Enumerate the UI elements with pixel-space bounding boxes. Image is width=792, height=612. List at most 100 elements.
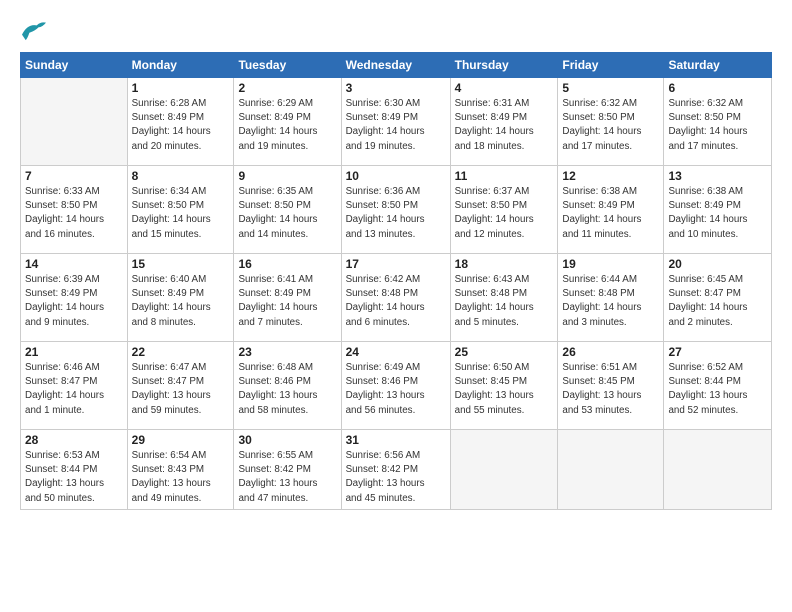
calendar-table: SundayMondayTuesdayWednesdayThursdayFrid… bbox=[20, 52, 772, 510]
calendar-day-cell: 4 Sunrise: 6:31 AM Sunset: 8:49 PM Daylig… bbox=[450, 78, 558, 166]
day-info: Sunrise: 6:36 AM Sunset: 8:50 PM Dayligh… bbox=[346, 185, 446, 242]
calendar-week-row: 1 Sunrise: 6:28 AM Sunset: 8:49 PM Daylig… bbox=[21, 78, 772, 166]
calendar-day-cell: 19Sunrise: 6:44 AM Sunset: 8:48 PM Dayli… bbox=[558, 254, 664, 342]
calendar-day-cell: 14 Sunrise: 6:39 AM Sunset: 8:49 PM Dayli… bbox=[21, 254, 128, 342]
calendar-day-cell: 9 Sunrise: 6:35 AM Sunset: 8:50 PM Daylig… bbox=[234, 166, 341, 254]
weekday-header-wednesday: Wednesday bbox=[341, 53, 450, 78]
day-info: Sunrise: 6:37 AM Sunset: 8:50 PM Dayligh… bbox=[455, 185, 554, 242]
day-number: 12 bbox=[562, 169, 659, 183]
calendar-day-cell: 31 Sunrise: 6:56 AM Sunset: 8:42 PM Dayli… bbox=[341, 430, 450, 510]
weekday-header-monday: Monday bbox=[127, 53, 234, 78]
calendar-day-cell: 10Sunrise: 6:36 AM Sunset: 8:50 PM Dayli… bbox=[341, 166, 450, 254]
day-info: Sunrise: 6:28 AM Sunset: 8:49 PM Dayligh… bbox=[132, 97, 230, 154]
day-number: 5 bbox=[562, 81, 659, 95]
calendar-day-cell: 26 Sunrise: 6:51 AM Sunset: 8:45 PM Dayli… bbox=[558, 342, 664, 430]
day-info: Sunrise: 6:50 AM Sunset: 8:45 PM Dayligh… bbox=[455, 361, 554, 418]
day-number: 7 bbox=[25, 169, 123, 183]
day-number: 30 bbox=[238, 433, 336, 447]
calendar-day-cell: 22 Sunrise: 6:47 AM Sunset: 8:47 PM Dayli… bbox=[127, 342, 234, 430]
page: SundayMondayTuesdayWednesdayThursdayFrid… bbox=[0, 0, 792, 520]
calendar-day-cell: 7 Sunrise: 6:33 AM Sunset: 8:50 PM Daylig… bbox=[21, 166, 128, 254]
day-info: Sunrise: 6:41 AM Sunset: 8:49 PM Dayligh… bbox=[238, 273, 336, 330]
weekday-header-saturday: Saturday bbox=[664, 53, 772, 78]
day-number: 14 bbox=[25, 257, 123, 271]
weekday-header-friday: Friday bbox=[558, 53, 664, 78]
day-number: 22 bbox=[132, 345, 230, 359]
calendar-day-cell: 17Sunrise: 6:42 AM Sunset: 8:48 PM Dayli… bbox=[341, 254, 450, 342]
day-info: Sunrise: 6:48 AM Sunset: 8:46 PM Dayligh… bbox=[238, 361, 336, 418]
day-info: Sunrise: 6:29 AM Sunset: 8:49 PM Dayligh… bbox=[238, 97, 336, 154]
day-number: 8 bbox=[132, 169, 230, 183]
day-info: Sunrise: 6:45 AM Sunset: 8:47 PM Dayligh… bbox=[668, 273, 767, 330]
day-number: 4 bbox=[455, 81, 554, 95]
day-info: Sunrise: 6:30 AM Sunset: 8:49 PM Dayligh… bbox=[346, 97, 446, 154]
day-number: 20 bbox=[668, 257, 767, 271]
calendar-day-cell: 30Sunrise: 6:55 AM Sunset: 8:42 PM Dayli… bbox=[234, 430, 341, 510]
day-number: 23 bbox=[238, 345, 336, 359]
calendar-day-cell: 21Sunrise: 6:46 AM Sunset: 8:47 PM Dayli… bbox=[21, 342, 128, 430]
day-info: Sunrise: 6:39 AM Sunset: 8:49 PM Dayligh… bbox=[25, 273, 123, 330]
day-number: 16 bbox=[238, 257, 336, 271]
day-number: 3 bbox=[346, 81, 446, 95]
calendar-day-cell: 29 Sunrise: 6:54 AM Sunset: 8:43 PM Dayli… bbox=[127, 430, 234, 510]
day-number: 31 bbox=[346, 433, 446, 447]
calendar-day-cell: 25 Sunrise: 6:50 AM Sunset: 8:45 PM Dayli… bbox=[450, 342, 558, 430]
day-info: Sunrise: 6:52 AM Sunset: 8:44 PM Dayligh… bbox=[668, 361, 767, 418]
calendar-day-cell: 15 Sunrise: 6:40 AM Sunset: 8:49 PM Dayli… bbox=[127, 254, 234, 342]
day-number: 26 bbox=[562, 345, 659, 359]
calendar-day-cell: 13Sunrise: 6:38 AM Sunset: 8:49 PM Dayli… bbox=[664, 166, 772, 254]
day-info: Sunrise: 6:40 AM Sunset: 8:49 PM Dayligh… bbox=[132, 273, 230, 330]
day-number: 6 bbox=[668, 81, 767, 95]
day-number: 15 bbox=[132, 257, 230, 271]
calendar-day-cell: 24 Sunrise: 6:49 AM Sunset: 8:46 PM Dayli… bbox=[341, 342, 450, 430]
day-info: Sunrise: 6:32 AM Sunset: 8:50 PM Dayligh… bbox=[562, 97, 659, 154]
weekday-header-row: SundayMondayTuesdayWednesdayThursdayFrid… bbox=[21, 53, 772, 78]
weekday-header-tuesday: Tuesday bbox=[234, 53, 341, 78]
day-number: 9 bbox=[238, 169, 336, 183]
calendar-day-cell: 18 Sunrise: 6:43 AM Sunset: 8:48 PM Dayli… bbox=[450, 254, 558, 342]
calendar-day-cell bbox=[558, 430, 664, 510]
calendar-day-cell bbox=[664, 430, 772, 510]
calendar-day-cell: 6 Sunrise: 6:32 AM Sunset: 8:50 PM Daylig… bbox=[664, 78, 772, 166]
calendar-day-cell: 8 Sunrise: 6:34 AM Sunset: 8:50 PM Daylig… bbox=[127, 166, 234, 254]
day-info: Sunrise: 6:49 AM Sunset: 8:46 PM Dayligh… bbox=[346, 361, 446, 418]
day-number: 27 bbox=[668, 345, 767, 359]
day-info: Sunrise: 6:51 AM Sunset: 8:45 PM Dayligh… bbox=[562, 361, 659, 418]
logo bbox=[20, 18, 52, 42]
day-info: Sunrise: 6:33 AM Sunset: 8:50 PM Dayligh… bbox=[25, 185, 123, 242]
calendar-week-row: 21Sunrise: 6:46 AM Sunset: 8:47 PM Dayli… bbox=[21, 342, 772, 430]
calendar-day-cell: 2 Sunrise: 6:29 AM Sunset: 8:49 PM Daylig… bbox=[234, 78, 341, 166]
calendar-day-cell: 28Sunrise: 6:53 AM Sunset: 8:44 PM Dayli… bbox=[21, 430, 128, 510]
day-info: Sunrise: 6:46 AM Sunset: 8:47 PM Dayligh… bbox=[25, 361, 123, 418]
calendar-week-row: 14 Sunrise: 6:39 AM Sunset: 8:49 PM Dayli… bbox=[21, 254, 772, 342]
logo-icon bbox=[20, 18, 48, 42]
day-info: Sunrise: 6:32 AM Sunset: 8:50 PM Dayligh… bbox=[668, 97, 767, 154]
day-info: Sunrise: 6:54 AM Sunset: 8:43 PM Dayligh… bbox=[132, 449, 230, 506]
calendar-day-cell: 3 Sunrise: 6:30 AM Sunset: 8:49 PM Daylig… bbox=[341, 78, 450, 166]
calendar-day-cell: 1 Sunrise: 6:28 AM Sunset: 8:49 PM Daylig… bbox=[127, 78, 234, 166]
day-number: 24 bbox=[346, 345, 446, 359]
day-info: Sunrise: 6:43 AM Sunset: 8:48 PM Dayligh… bbox=[455, 273, 554, 330]
day-number: 13 bbox=[668, 169, 767, 183]
calendar-day-cell: 11 Sunrise: 6:37 AM Sunset: 8:50 PM Dayli… bbox=[450, 166, 558, 254]
day-info: Sunrise: 6:56 AM Sunset: 8:42 PM Dayligh… bbox=[346, 449, 446, 506]
day-number: 11 bbox=[455, 169, 554, 183]
day-number: 2 bbox=[238, 81, 336, 95]
calendar-day-cell: 12Sunrise: 6:38 AM Sunset: 8:49 PM Dayli… bbox=[558, 166, 664, 254]
day-number: 1 bbox=[132, 81, 230, 95]
calendar-week-row: 7 Sunrise: 6:33 AM Sunset: 8:50 PM Daylig… bbox=[21, 166, 772, 254]
header bbox=[20, 18, 772, 42]
day-info: Sunrise: 6:31 AM Sunset: 8:49 PM Dayligh… bbox=[455, 97, 554, 154]
day-info: Sunrise: 6:35 AM Sunset: 8:50 PM Dayligh… bbox=[238, 185, 336, 242]
calendar-day-cell: 20 Sunrise: 6:45 AM Sunset: 8:47 PM Dayli… bbox=[664, 254, 772, 342]
calendar-day-cell: 5 Sunrise: 6:32 AM Sunset: 8:50 PM Daylig… bbox=[558, 78, 664, 166]
weekday-header-sunday: Sunday bbox=[21, 53, 128, 78]
day-number: 18 bbox=[455, 257, 554, 271]
day-number: 25 bbox=[455, 345, 554, 359]
calendar-day-cell: 27 Sunrise: 6:52 AM Sunset: 8:44 PM Dayli… bbox=[664, 342, 772, 430]
day-number: 29 bbox=[132, 433, 230, 447]
day-info: Sunrise: 6:53 AM Sunset: 8:44 PM Dayligh… bbox=[25, 449, 123, 506]
day-info: Sunrise: 6:34 AM Sunset: 8:50 PM Dayligh… bbox=[132, 185, 230, 242]
day-info: Sunrise: 6:42 AM Sunset: 8:48 PM Dayligh… bbox=[346, 273, 446, 330]
day-info: Sunrise: 6:47 AM Sunset: 8:47 PM Dayligh… bbox=[132, 361, 230, 418]
